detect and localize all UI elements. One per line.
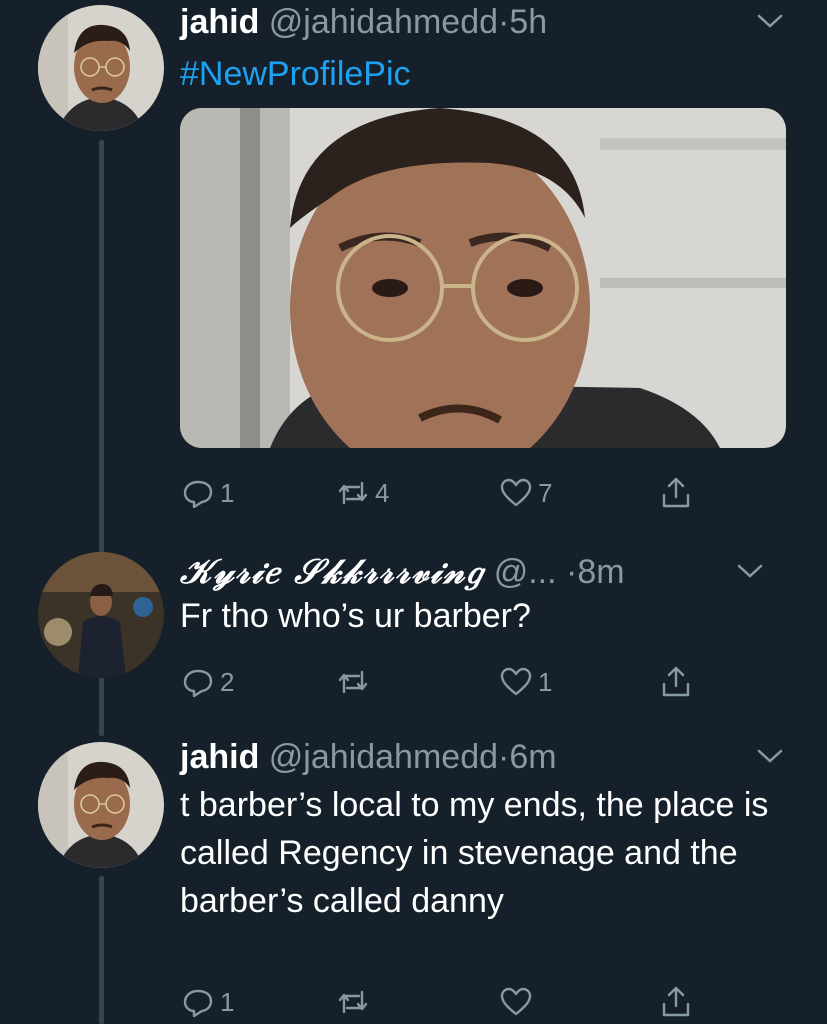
reply-count: 2: [220, 666, 235, 697]
tweet-header: 𝒦𝓎𝓇𝒾𝑒 𝒮𝓀𝓀𝓇𝓇𝓇𝓋𝒾𝓃𝑔 @... ·8m: [180, 552, 827, 592]
reply-button[interactable]: 1: [180, 473, 234, 513]
timestamp[interactable]: 5h: [509, 3, 547, 41]
user-handle[interactable]: @...: [494, 553, 557, 591]
share-button[interactable]: [658, 473, 694, 513]
separator-dot: ·: [566, 553, 578, 591]
reply-button[interactable]: 2: [180, 662, 234, 702]
retweet-button[interactable]: [335, 982, 375, 1022]
reply-button[interactable]: 1: [180, 982, 234, 1022]
tweet[interactable]: jahid @jahidahmedd·6m t barber’s local t…: [180, 737, 827, 925]
separator-dot: ·: [498, 3, 510, 41]
heart-icon: [500, 987, 532, 1016]
tweet-header: jahid @jahidahmedd·5h: [180, 2, 827, 42]
hashtag-link[interactable]: #NewProfilePic: [180, 55, 411, 93]
avatar[interactable]: [38, 552, 164, 678]
tweet-header: jahid @jahidahmedd·6m: [180, 737, 827, 777]
retweet-icon: [338, 990, 368, 1014]
chevron-down-icon[interactable]: [753, 741, 787, 771]
thread-connector: [99, 676, 104, 736]
reply-icon: [183, 669, 213, 698]
reply-count: 1: [220, 986, 235, 1017]
like-button[interactable]: 1: [498, 662, 552, 702]
share-button[interactable]: [658, 662, 694, 702]
thread-connector: [99, 876, 104, 1024]
timestamp[interactable]: 6m: [509, 738, 556, 776]
like-button[interactable]: 7: [498, 473, 552, 513]
thread-connector: [99, 140, 104, 565]
user-handle[interactable]: @jahidahmedd: [269, 3, 498, 41]
retweet-count: 4: [375, 477, 390, 508]
chevron-down-icon[interactable]: [753, 6, 787, 36]
avatar[interactable]: [38, 742, 164, 868]
retweet-icon: [338, 670, 368, 694]
share-button[interactable]: [658, 982, 694, 1022]
tweet-text: t barber’s local to my ends, the place i…: [180, 786, 769, 920]
separator-dot: ·: [498, 738, 510, 776]
user-handle[interactable]: @jahidahmedd: [269, 738, 498, 776]
tweet-text: Fr tho who’s ur barber?: [180, 597, 531, 635]
retweet-icon: [338, 481, 368, 505]
like-count: 1: [538, 666, 553, 697]
share-icon: [662, 666, 690, 697]
tweet[interactable]: 𝒦𝓎𝓇𝒾𝑒 𝒮𝓀𝓀𝓇𝓇𝓇𝓋𝒾𝓃𝑔 @... ·8m Fr tho who’s u…: [180, 552, 827, 640]
tweet[interactable]: jahid @jahidahmedd·5h #NewProfilePic: [180, 2, 827, 448]
timestamp[interactable]: 8m: [577, 553, 624, 591]
share-icon: [662, 477, 690, 508]
like-count: 7: [538, 477, 553, 508]
reply-icon: [183, 480, 213, 509]
display-name[interactable]: 𝒦𝓎𝓇𝒾𝑒 𝒮𝓀𝓀𝓇𝓇𝓇𝓋𝒾𝓃𝑔: [180, 552, 484, 592]
share-icon: [662, 986, 690, 1017]
display-name[interactable]: jahid: [180, 738, 259, 776]
retweet-button[interactable]: [335, 662, 375, 702]
retweet-button[interactable]: 4: [335, 473, 389, 513]
tweet-actions: 1: [180, 982, 700, 1022]
tweet-actions: 1 4 7: [180, 473, 700, 513]
reply-icon: [183, 989, 213, 1018]
like-button[interactable]: [498, 982, 538, 1022]
heart-icon: [500, 478, 532, 507]
display-name[interactable]: jahid: [180, 3, 259, 41]
tweet-actions: 2 1: [180, 662, 700, 702]
tweet-media-image[interactable]: [180, 108, 786, 448]
reply-count: 1: [220, 477, 235, 508]
avatar[interactable]: [38, 5, 164, 131]
heart-icon: [500, 667, 532, 696]
chevron-down-icon[interactable]: [733, 556, 767, 586]
